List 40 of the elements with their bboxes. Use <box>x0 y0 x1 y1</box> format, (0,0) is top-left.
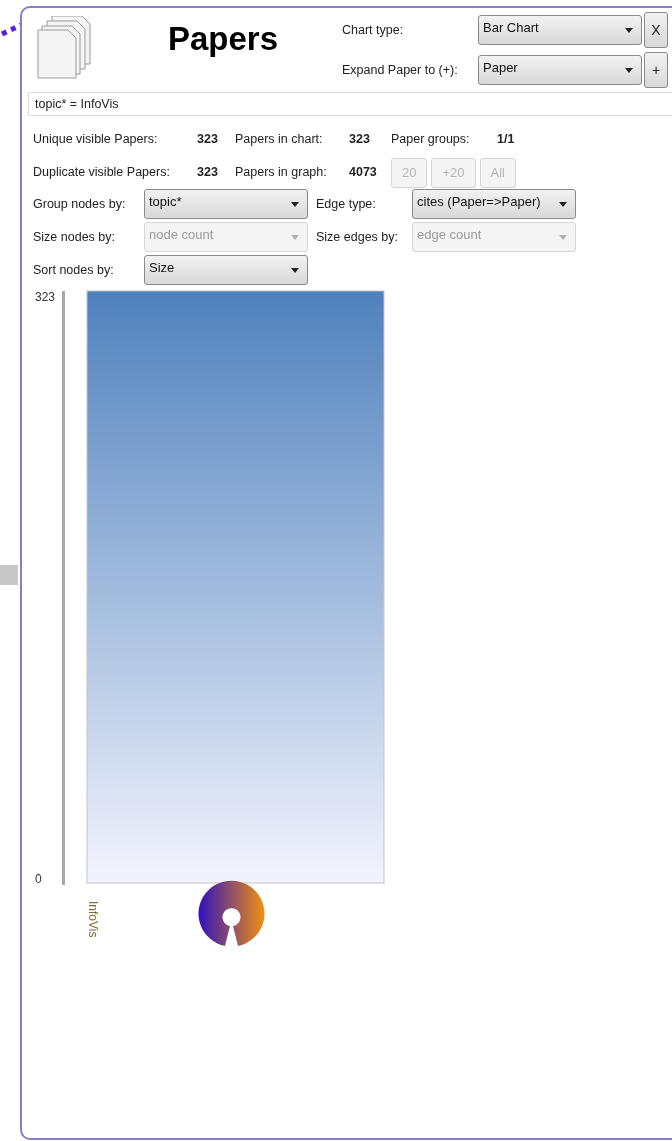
stat-value: 323 <box>197 131 219 149</box>
keyhole-ring-icon <box>198 880 265 946</box>
caret-icon <box>559 202 567 207</box>
stat-label: Papers in chart: <box>235 131 324 149</box>
add-button[interactable]: + <box>644 52 668 88</box>
caret-icon <box>291 235 299 240</box>
side-handle[interactable] <box>0 565 18 585</box>
field-label: Size nodes by: <box>33 228 116 246</box>
close-button[interactable]: X <box>644 12 668 48</box>
stat-label: Unique visible Papers: <box>33 131 159 149</box>
caret-icon <box>559 235 567 240</box>
field-label: Edge type: <box>316 195 377 213</box>
y-tick-label: 0 <box>35 872 42 886</box>
field-label: Chart type: <box>342 21 405 39</box>
caret-icon <box>625 28 633 33</box>
category-label: InfoVis <box>86 901 100 938</box>
stat-value: 323 <box>197 164 219 182</box>
panel-title: Papers <box>168 22 279 55</box>
field-label: Sort nodes by: <box>33 261 115 279</box>
field-label: Size edges by: <box>316 228 399 246</box>
bar[interactable] <box>86 290 385 884</box>
stat-value: 323 <box>349 131 371 149</box>
caret-icon <box>291 202 299 207</box>
dropdown[interactable]: topic* <box>144 189 308 219</box>
dropdown[interactable]: Bar Chart <box>478 15 642 45</box>
stat-label: Paper groups: <box>391 131 471 149</box>
caret-icon <box>291 268 299 273</box>
dropdown[interactable]: cites (Paper=>Paper) <box>412 189 576 219</box>
dropdown[interactable]: Paper <box>478 55 642 85</box>
y-tick-label: 323 <box>35 290 56 304</box>
stat-label: Duplicate visible Papers: <box>33 164 171 182</box>
filter-field[interactable]: topic* = InfoVis <box>28 92 672 116</box>
documents-icon <box>36 16 92 82</box>
dropdown[interactable]: Size <box>144 255 308 285</box>
field-label: Group nodes by: <box>33 195 127 213</box>
caret-icon <box>625 68 633 73</box>
stat-value: 1/1 <box>497 131 516 149</box>
stat-label: Papers in graph: <box>235 164 328 182</box>
field-label: Expand Paper to (+): <box>342 61 459 79</box>
stat-value: 4073 <box>349 164 378 182</box>
